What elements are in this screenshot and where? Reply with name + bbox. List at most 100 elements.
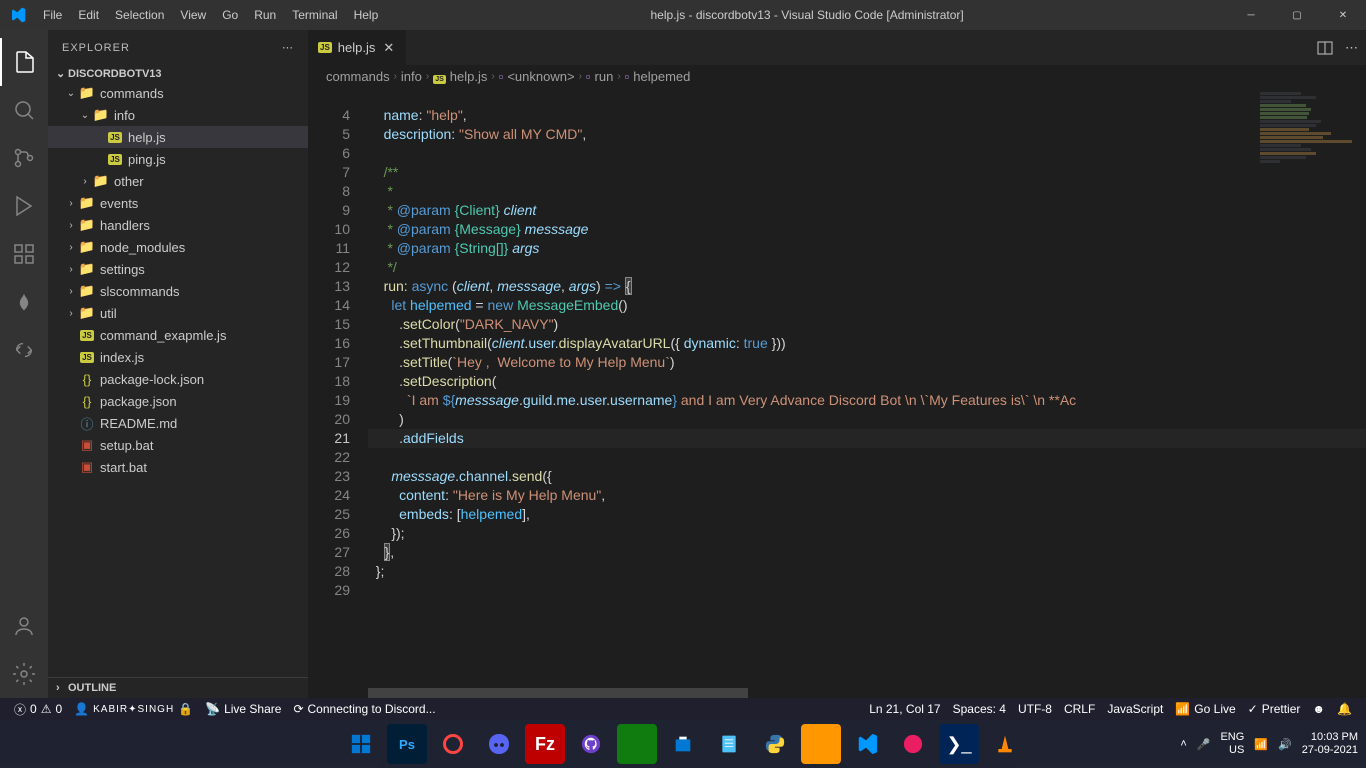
live-share-icon[interactable] xyxy=(0,326,48,374)
code-line[interactable]: .setColor("DARK_NAVY") xyxy=(368,315,1366,334)
code-line[interactable]: name: "help", xyxy=(368,106,1366,125)
tray-chevron-icon[interactable]: ˄ xyxy=(1180,738,1186,750)
maximize-button[interactable]: ▢ xyxy=(1274,0,1320,30)
discord-icon[interactable] xyxy=(479,724,519,764)
language-indicator[interactable]: ENG US xyxy=(1220,731,1244,757)
minimize-button[interactable]: ─ xyxy=(1228,0,1274,30)
code-line[interactable]: }, xyxy=(368,543,1366,562)
code-line[interactable]: .addFields xyxy=(368,429,1366,448)
menu-view[interactable]: View xyxy=(172,8,214,22)
tree-item-command_exapmle-js[interactable]: JScommand_exapmle.js xyxy=(48,324,308,346)
split-editor-icon[interactable] xyxy=(1317,40,1333,56)
tree-item-other[interactable]: ›📁other xyxy=(48,170,308,192)
horizontal-scrollbar[interactable] xyxy=(368,688,1366,698)
code-line[interactable]: ) xyxy=(368,410,1366,429)
errors-warnings[interactable]: ⓧ0 ⚠0 xyxy=(8,701,68,718)
code-line[interactable]: content: "Here is My Help Menu", xyxy=(368,486,1366,505)
eol[interactable]: CRLF xyxy=(1058,702,1101,716)
more-actions-icon[interactable]: ⋯ xyxy=(1345,40,1358,56)
tree-item-handlers[interactable]: ›📁handlers xyxy=(48,214,308,236)
record-icon[interactable] xyxy=(433,724,473,764)
code-content[interactable]: name: "help", description: "Show all MY … xyxy=(368,87,1366,698)
scrollbar-thumb[interactable] xyxy=(368,688,748,698)
search-icon[interactable] xyxy=(0,86,48,134)
code-line[interactable]: description: "Show all MY CMD", xyxy=(368,125,1366,144)
code-line[interactable]: messsage.channel.send({ xyxy=(368,467,1366,486)
user-badge[interactable]: 👤 KABIR✦SINGH 🔒 xyxy=(68,702,199,716)
prettier-status[interactable]: ✓ Prettier xyxy=(1242,702,1307,716)
breadcrumb-item[interactable]: help.js xyxy=(450,69,488,84)
live-share-status[interactable]: 📡 Live Share xyxy=(199,702,287,716)
filezilla-icon[interactable]: Fz xyxy=(525,724,565,764)
vscode-taskbar-icon[interactable] xyxy=(847,724,887,764)
tree-item-node_modules[interactable]: ›📁node_modules xyxy=(48,236,308,258)
volume-icon[interactable]: 🔊 xyxy=(1278,738,1292,751)
extensions-icon[interactable] xyxy=(0,230,48,278)
sublime-icon[interactable] xyxy=(801,724,841,764)
run-debug-icon[interactable] xyxy=(0,182,48,230)
mongodb-icon[interactable] xyxy=(0,278,48,326)
tree-item-events[interactable]: ›📁events xyxy=(48,192,308,214)
breadcrumb-item[interactable]: helpemed xyxy=(633,69,690,84)
code-line[interactable]: `I am ${messsage.guild.me.user.username}… xyxy=(368,391,1366,410)
wifi-icon[interactable]: 📶 xyxy=(1254,738,1268,751)
menu-file[interactable]: File xyxy=(35,8,70,22)
breadcrumb-item[interactable]: run xyxy=(595,69,614,84)
encoding[interactable]: UTF-8 xyxy=(1012,702,1058,716)
breadcrumb-item[interactable]: commands xyxy=(326,69,390,84)
code-line[interactable]: let helpemed = new MessageEmbed() xyxy=(368,296,1366,315)
project-section-header[interactable]: ⌄ DISCORDBOTV13 xyxy=(48,65,308,82)
menu-selection[interactable]: Selection xyxy=(107,8,172,22)
feedback-icon[interactable]: ☻ xyxy=(1306,702,1331,716)
code-line[interactable]: run: async (client, messsage, args) => { xyxy=(368,277,1366,296)
github-icon[interactable] xyxy=(571,724,611,764)
menu-go[interactable]: Go xyxy=(214,8,246,22)
explorer-icon[interactable] xyxy=(0,38,48,86)
code-line[interactable]: /** xyxy=(368,163,1366,182)
tree-item-README-md[interactable]: ⓘREADME.md xyxy=(48,412,308,434)
app-green-icon[interactable] xyxy=(617,724,657,764)
breadcrumbs[interactable]: commands›info›JShelp.js›▫<unknown>›▫run›… xyxy=(308,65,1366,87)
vlc-icon[interactable] xyxy=(985,724,1025,764)
outline-section-header[interactable]: › OUTLINE xyxy=(48,677,308,698)
tree-item-index-js[interactable]: JSindex.js xyxy=(48,346,308,368)
code-line[interactable] xyxy=(368,448,1366,467)
tree-item-commands[interactable]: ⌄📁commands xyxy=(48,82,308,104)
code-line[interactable]: .setThumbnail(client.user.displayAvatarU… xyxy=(368,334,1366,353)
microsoft-store-icon[interactable] xyxy=(663,724,703,764)
code-line[interactable] xyxy=(368,144,1366,163)
menu-help[interactable]: Help xyxy=(346,8,387,22)
clock[interactable]: 10:03 PM 27-09-2021 xyxy=(1302,731,1358,757)
code-line[interactable]: * xyxy=(368,182,1366,201)
notepad-icon[interactable] xyxy=(709,724,749,764)
code-line[interactable]: */ xyxy=(368,258,1366,277)
code-line[interactable]: }; xyxy=(368,562,1366,581)
tab-help-js[interactable]: JS help.js ✕ xyxy=(308,30,407,65)
indentation[interactable]: Spaces: 4 xyxy=(947,702,1012,716)
code-line[interactable]: * @param {Client} client xyxy=(368,201,1366,220)
code-line[interactable]: * @param {String[]} args xyxy=(368,239,1366,258)
breadcrumb-item[interactable]: info xyxy=(401,69,422,84)
tree-item-help-js[interactable]: JShelp.js xyxy=(48,126,308,148)
code-line[interactable]: .setDescription( xyxy=(368,372,1366,391)
code-editor[interactable]: 4567891011121314151617181920212223242526… xyxy=(308,87,1366,698)
tree-item-package-json[interactable]: {}package.json xyxy=(48,390,308,412)
photoshop-icon[interactable]: Ps xyxy=(387,724,427,764)
app-pink-icon[interactable] xyxy=(893,724,933,764)
code-line[interactable]: }); xyxy=(368,524,1366,543)
code-line[interactable]: * @param {Message} messsage xyxy=(368,220,1366,239)
menu-terminal[interactable]: Terminal xyxy=(284,8,345,22)
tree-item-settings[interactable]: ›📁settings xyxy=(48,258,308,280)
menu-edit[interactable]: Edit xyxy=(70,8,107,22)
python-icon[interactable] xyxy=(755,724,795,764)
tab-close-icon[interactable]: ✕ xyxy=(381,38,396,58)
microphone-icon[interactable]: 🎤 xyxy=(1197,738,1211,751)
sidebar-more-icon[interactable]: ⋯ xyxy=(282,41,294,54)
code-line[interactable]: .setTitle(`Hey , Welcome to My Help Menu… xyxy=(368,353,1366,372)
tree-item-info[interactable]: ⌄📁info xyxy=(48,104,308,126)
language-mode[interactable]: JavaScript xyxy=(1101,702,1169,716)
source-control-icon[interactable] xyxy=(0,134,48,182)
tree-item-ping-js[interactable]: JSping.js xyxy=(48,148,308,170)
discord-status[interactable]: ⟳ Connecting to Discord... xyxy=(287,702,441,716)
close-button[interactable]: ✕ xyxy=(1320,0,1366,30)
